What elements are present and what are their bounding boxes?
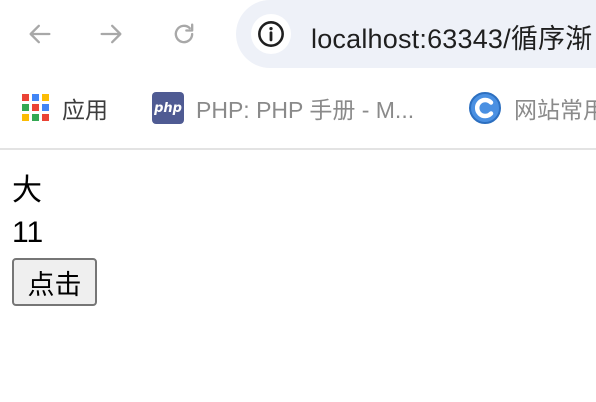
php-icon: php [152, 92, 184, 124]
apps-grid-icon [22, 94, 50, 122]
bookmark-label: PHP: PHP 手册 - M... [196, 97, 415, 123]
reload-icon [174, 23, 194, 44]
site-info-button[interactable] [251, 14, 291, 54]
back-button[interactable] [20, 14, 60, 54]
bookmark-label: 网站常用 [514, 97, 596, 123]
text-output-1: 大 [12, 174, 42, 207]
c-logo-icon [469, 92, 501, 124]
reload-button[interactable] [164, 14, 204, 54]
page-content: 大 11 点击 [12, 170, 97, 306]
bookmark-common-sites[interactable]: 网站常用 [468, 90, 596, 126]
url-text[interactable]: localhost:63343/循序渐 [311, 17, 592, 56]
address-bar[interactable]: localhost:63343/循序渐 [236, 0, 596, 68]
browser-toolbar: localhost:63343/循序渐 [0, 0, 596, 70]
bookmark-label: 应用 [62, 97, 108, 123]
bookmark-php-manual[interactable]: php PHP: PHP 手册 - M... [152, 90, 414, 126]
bookmarks-bar: 应用 php PHP: PHP 手册 - M... 网站常用 [0, 70, 596, 150]
bookmark-apps[interactable]: 应用 [22, 90, 108, 126]
info-icon [258, 21, 284, 47]
back-arrow-icon [29, 24, 51, 44]
text-output-2: 11 [12, 216, 44, 249]
forward-button[interactable] [91, 14, 131, 54]
click-button[interactable]: 点击 [12, 258, 97, 306]
forward-arrow-icon [100, 24, 122, 44]
